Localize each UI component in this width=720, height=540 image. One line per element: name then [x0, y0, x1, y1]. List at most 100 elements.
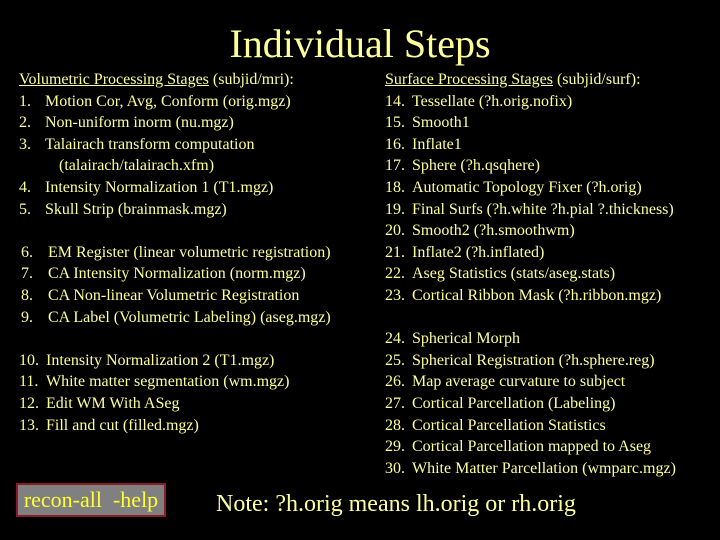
surface-heading-underlined: Surface Processing Stages	[385, 71, 553, 88]
list-item-text: White matter segmentation (wm.mgz)	[46, 373, 290, 391]
list-item-text: Talairach transform computation	[45, 135, 255, 153]
list-item-number: 4.	[19, 178, 31, 196]
list-item: (talairach/talairach.xfm)	[19, 155, 331, 177]
list-item-number: 11.	[19, 373, 39, 391]
list-item-number: 8.	[21, 286, 33, 304]
list-item: 26. Map average curvature to subject	[385, 371, 676, 393]
list-item-number: 30.	[385, 459, 405, 477]
list-item-number: 25.	[385, 351, 405, 369]
slide-title: Individual Steps	[229, 21, 491, 66]
surface-heading-suffix: (subjid/surf):	[552, 71, 641, 88]
list-item-text: Edit WM With ASeg	[46, 394, 180, 412]
volumetric-heading-underlined: Volumetric Processing Stages	[19, 71, 209, 88]
list-item: 1. Motion Cor, Avg, Conform (orig.mgz)	[19, 91, 331, 113]
list-item-text: Automatic Topology Fixer (?h.orig)	[412, 178, 642, 196]
list-item-number: 10.	[19, 351, 39, 369]
list-item: 25. Spherical Registration (?h.sphere.reg…	[385, 350, 676, 372]
recon-all-help-button[interactable]: recon-all -help	[16, 483, 166, 517]
volumetric-group-2: 6. EM Register (linear volumetric registr…	[19, 242, 331, 328]
list-item: 27. Cortical Parcellation (Labeling)	[385, 393, 676, 415]
list-item-text: Fill and cut (filled.mgz)	[46, 416, 199, 434]
list-item: 12. Edit WM With ASeg	[19, 393, 331, 415]
list-item-text: Final Surfs (?h.white ?h.pial ?.thicknes…	[412, 200, 674, 218]
list-item: 24. Spherical Morph	[385, 328, 676, 350]
list-item: 15. Smooth1	[385, 112, 676, 134]
list-item-text: Spherical Morph	[412, 330, 520, 348]
list-item-number: 3.	[19, 135, 31, 153]
list-item-text: EM Register (linear volumetric registrat…	[48, 243, 331, 261]
list-item: 29. Cortical Parcellation mapped to Aseg	[385, 436, 676, 458]
list-item: 8. CA Non-linear Volumetric Registration	[21, 285, 331, 307]
list-item: 22. Aseg Statistics (stats/aseg.stats)	[385, 263, 676, 285]
list-item-text: Cortical Parcellation (Labeling)	[412, 394, 616, 412]
surface-stages-column: Surface Processing Stages (subjid/surf):…	[385, 69, 676, 479]
list-item: 2. Non-uniform inorm (nu.mgz)	[19, 112, 331, 134]
list-item-number: 23.	[385, 286, 405, 304]
list-item-number: 5.	[19, 200, 31, 218]
list-item-text: Inflate1	[412, 135, 462, 153]
volumetric-group-3: 10. Intensity Normalization 2 (T1.mgz) 11.…	[19, 350, 331, 436]
list-item: 30. White Matter Parcellation (wmparc.mgz…	[385, 458, 676, 480]
list-item-text: Smooth2 (?h.smoothwm)	[412, 222, 575, 240]
list-item-number: 17.	[385, 157, 405, 175]
list-item-number: 6.	[21, 243, 33, 261]
list-item-number: 2.	[19, 114, 31, 132]
list-item: 13. Fill and cut (filled.mgz)	[19, 415, 331, 437]
list-item-text: Cortical Ribbon Mask (?h.ribbon.mgz)	[412, 286, 662, 304]
list-item-number: 20.	[385, 222, 405, 240]
list-item-text: Intensity Normalization 2 (T1.mgz)	[46, 351, 275, 369]
volumetric-heading-suffix: (subjid/mri):	[208, 71, 294, 88]
list-item: 16. Inflate1	[385, 134, 676, 156]
list-item-text: Inflate2 (?h.inflated)	[412, 243, 545, 261]
list-item-text: CA Non-linear Volumetric Registration	[48, 286, 300, 304]
list-item-number: 18.	[385, 178, 405, 196]
list-item-text: Spherical Registration (?h.sphere.reg)	[412, 351, 655, 369]
volumetric-heading: Volumetric Processing Stages (subjid/mri…	[19, 69, 331, 91]
list-item: 28. Cortical Parcellation Statistics	[385, 415, 676, 437]
list-item: 19. Final Surfs (?h.white ?h.pial ?.thick…	[385, 199, 676, 221]
surface-group-2: 24. Spherical Morph 25. Spherical Registrat…	[385, 328, 676, 479]
list-item: 9. CA Label (Volumetric Labeling) (aseg.m…	[21, 307, 331, 329]
list-item-number: 14.	[385, 92, 405, 110]
surface-heading: Surface Processing Stages (subjid/surf):	[385, 69, 676, 91]
list-item-text: CA Intensity Normalization (norm.mgz)	[48, 265, 306, 283]
list-item-number: 7.	[21, 265, 33, 283]
list-item-text: Non-uniform inorm (nu.mgz)	[45, 114, 234, 132]
note-text: Note: ?h.orig means lh.orig or rh.orig	[216, 491, 576, 517]
list-item: 18. Automatic Topology Fixer (?h.orig)	[385, 177, 676, 199]
list-item-text: Smooth1	[412, 114, 470, 132]
list-item-text: White Matter Parcellation (wmparc.mgz)	[412, 459, 676, 477]
list-item: 7. CA Intensity Normalization (norm.mgz)	[21, 263, 331, 285]
list-item-text: Tessellate (?h.orig.nofix)	[412, 92, 573, 110]
list-item-text: CA Label (Volumetric Labeling) (aseg.mgz…	[48, 308, 331, 326]
list-item-number: 26.	[385, 373, 405, 391]
list-item-text: Sphere (?h.qsqhere)	[412, 157, 540, 175]
list-item-number: 19.	[385, 200, 405, 218]
list-item-number: 9.	[21, 308, 33, 326]
list-item-text: Motion Cor, Avg, Conform (orig.mgz)	[45, 92, 291, 110]
list-item-text: Map average curvature to subject	[412, 373, 626, 391]
list-item-number: 16.	[385, 135, 405, 153]
list-item-number: 22.	[385, 265, 405, 283]
list-item-text: Cortical Parcellation mapped to Aseg	[412, 438, 652, 456]
list-item-text: Cortical Parcellation Statistics	[412, 416, 606, 434]
list-item-number: 15.	[385, 114, 405, 132]
volumetric-group-1: 1. Motion Cor, Avg, Conform (orig.mgz) 2. N…	[19, 91, 331, 221]
list-item: 17. Sphere (?h.qsqhere)	[385, 155, 676, 177]
list-item: 23. Cortical Ribbon Mask (?h.ribbon.mgz)	[385, 285, 676, 307]
list-item-number: 27.	[385, 394, 405, 412]
list-item: 14. Tessellate (?h.orig.nofix)	[385, 91, 676, 113]
list-item-number: 28.	[385, 416, 405, 434]
volumetric-stages-column: Volumetric Processing Stages (subjid/mri…	[19, 69, 331, 436]
list-item-number: 12.	[19, 394, 39, 412]
list-item: 5. Skull Strip (brainmask.mgz)	[19, 199, 331, 221]
list-item-text: Intensity Normalization 1 (T1.mgz)	[45, 178, 274, 196]
list-item-text: Aseg Statistics (stats/aseg.stats)	[412, 265, 616, 283]
list-item: 10. Intensity Normalization 2 (T1.mgz)	[19, 350, 331, 372]
list-item-number: 21.	[385, 243, 405, 261]
list-item: 20. Smooth2 (?h.smoothwm)	[385, 220, 676, 242]
list-item-text: Skull Strip (brainmask.mgz)	[45, 200, 227, 218]
surface-group-1: 14. Tessellate (?h.orig.nofix) 15. Smooth1 1…	[385, 91, 676, 307]
list-item: 11. White matter segmentation (wm.mgz)	[19, 371, 331, 393]
list-item: 3. Talairach transform computation	[19, 134, 331, 156]
